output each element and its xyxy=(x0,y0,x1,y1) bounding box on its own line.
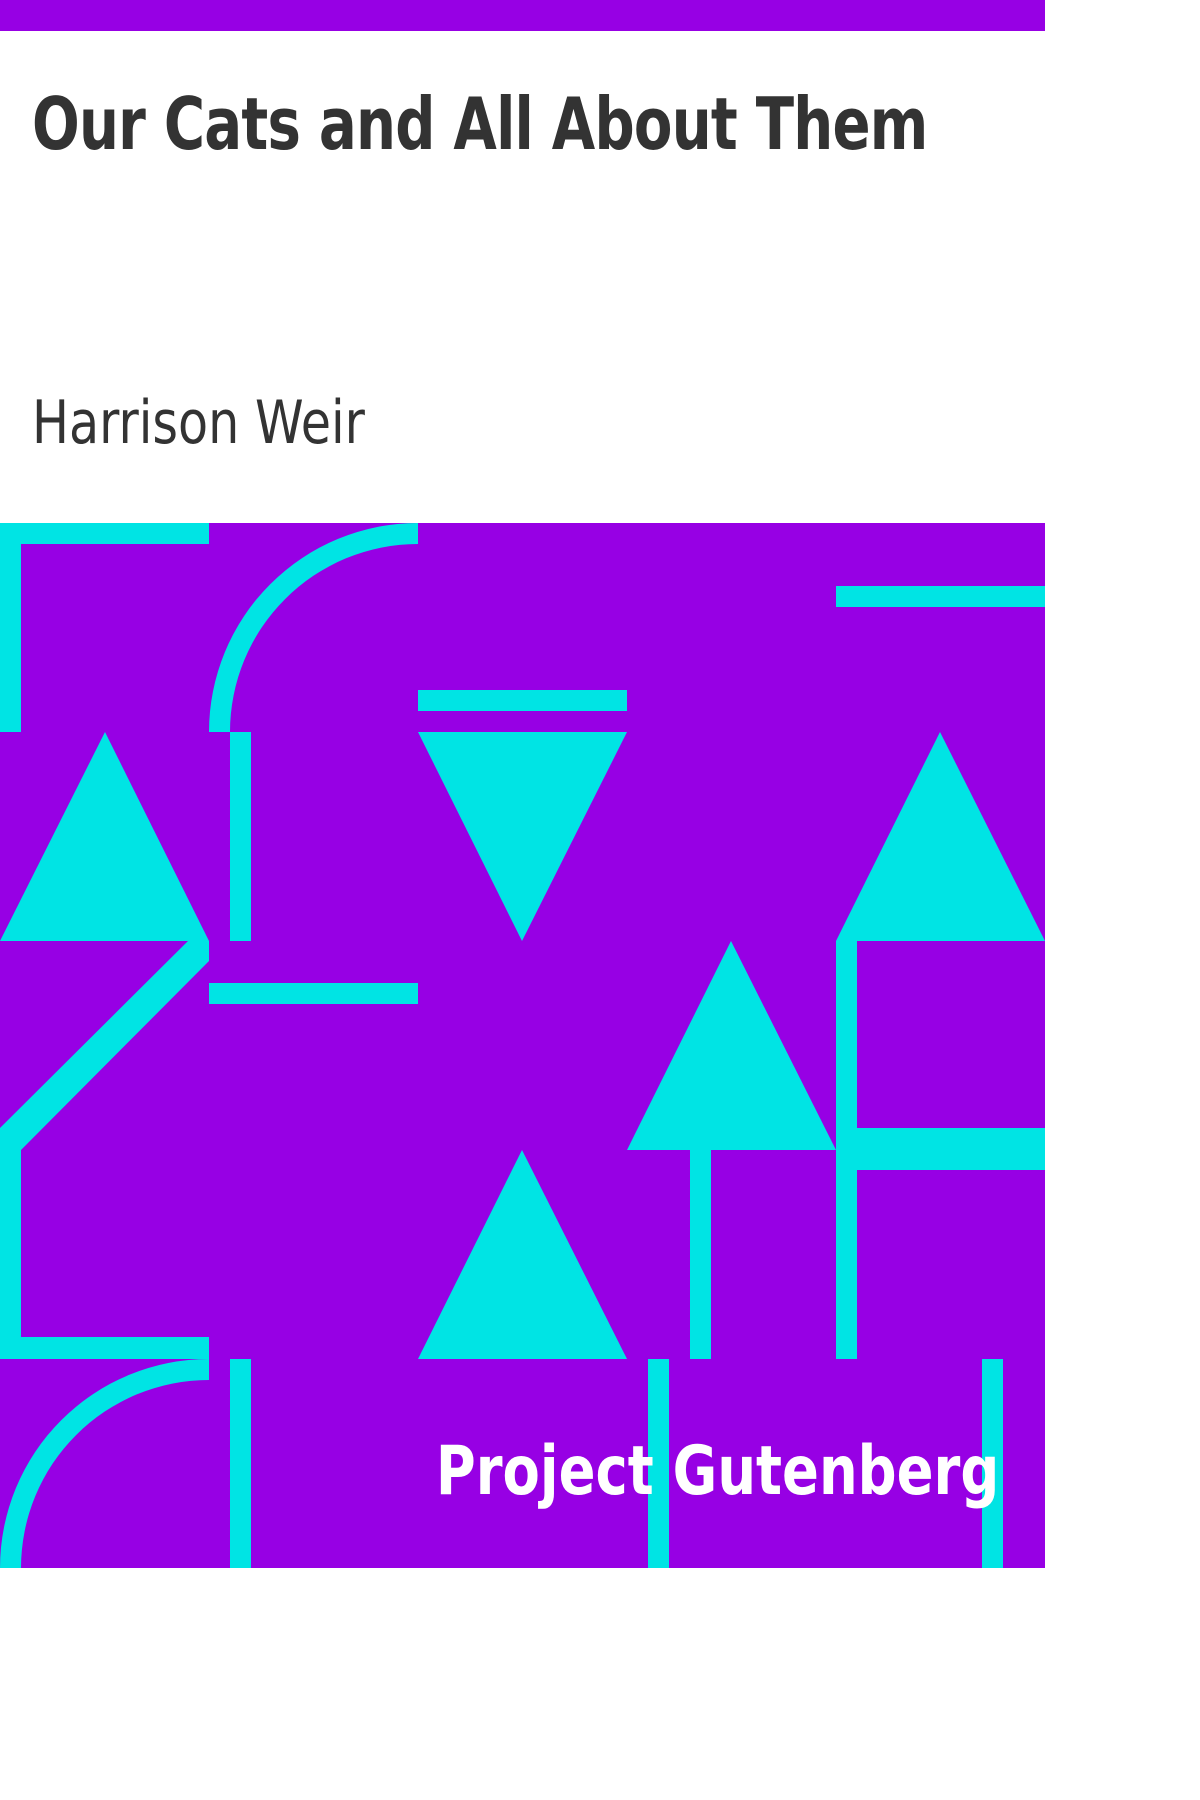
pattern-bar xyxy=(0,1150,21,1359)
pattern-bar xyxy=(690,1150,711,1359)
pattern-triangle xyxy=(418,1150,627,1359)
geometric-pattern-graphic xyxy=(0,523,1045,1568)
top-color-band xyxy=(0,0,1045,31)
publisher-name: Project Gutenberg xyxy=(435,1432,999,1511)
pattern-bar xyxy=(230,1359,251,1568)
book-title: Our Cats and All About Them xyxy=(32,82,928,166)
book-author: Harrison Weir xyxy=(32,388,365,458)
pattern-triangle xyxy=(0,732,209,941)
pattern-triangle xyxy=(836,732,1045,941)
pattern-diagonal xyxy=(0,941,209,1150)
pattern-bar xyxy=(209,983,418,1004)
pattern-arc xyxy=(209,523,418,732)
pattern-bar xyxy=(0,523,21,732)
pattern-bar xyxy=(836,1128,1045,1170)
pattern-bar xyxy=(230,732,251,941)
pattern-bar xyxy=(0,523,209,544)
pattern-triangle xyxy=(627,941,836,1150)
pattern-triangle xyxy=(418,732,627,941)
pattern-bar xyxy=(0,1337,209,1359)
pattern-bar xyxy=(836,586,1045,607)
pattern-arc xyxy=(0,1359,209,1568)
cover-pattern xyxy=(0,523,1045,1568)
pattern-bar xyxy=(418,690,627,711)
book-cover: Our Cats and All About Them Harrison Wei… xyxy=(0,0,1045,1568)
